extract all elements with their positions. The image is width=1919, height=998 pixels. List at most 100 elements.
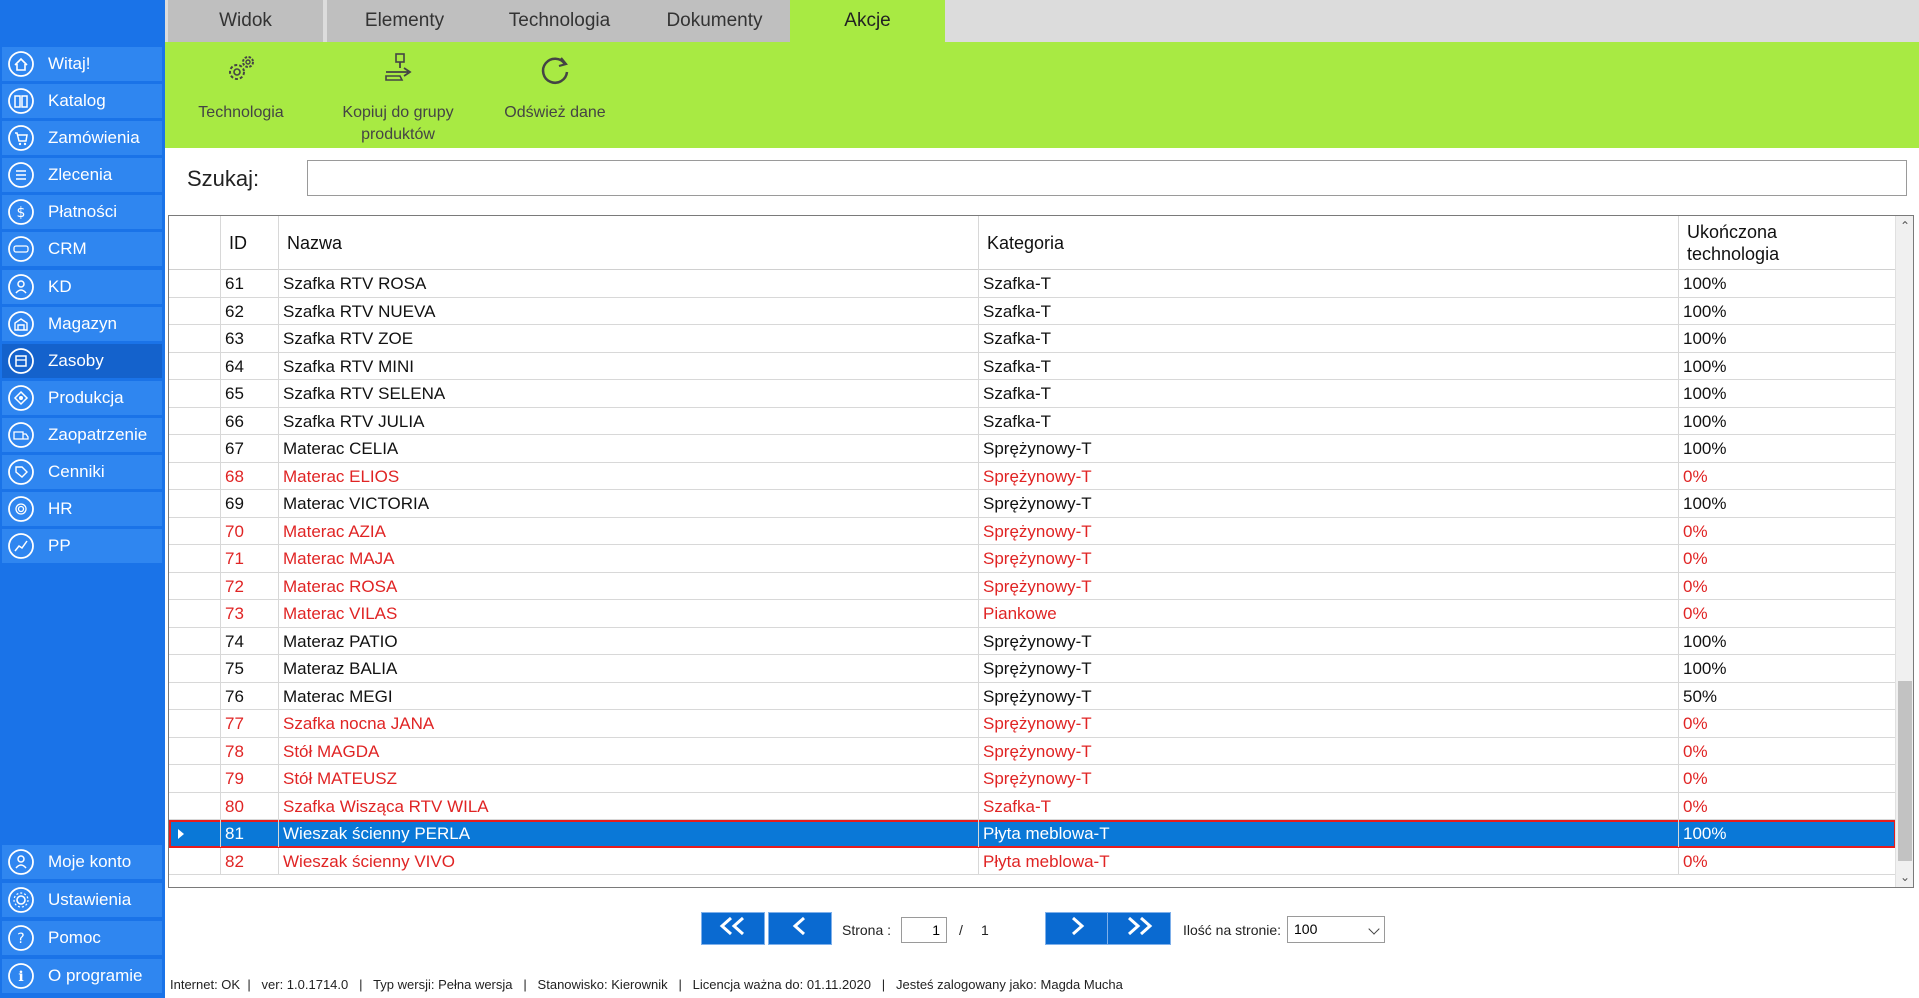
cell-name[interactable]: Szafka Wisząca RTV WILA [279,792,979,820]
header-category[interactable]: Kategoria [979,216,1679,270]
sidebar-item-moje-konto[interactable]: Moje konto [2,845,162,879]
sidebar-item-cenniki[interactable]: Cenniki [2,455,162,489]
cell-category[interactable]: Szafka-T [979,792,1679,820]
cell-id[interactable]: 66 [221,407,279,435]
cell-id[interactable]: 69 [221,490,279,517]
row-indicator[interactable] [169,627,221,655]
cell-category[interactable]: Sprężynowy-T [979,572,1679,600]
cell-name[interactable]: Materac ELIOS [279,462,979,490]
row-indicator[interactable] [169,820,221,847]
table-row[interactable]: 64 Szafka RTV MINI Szafka-T 100% [169,352,1896,380]
vertical-scrollbar[interactable]: ⌃ ⌄ [1895,216,1913,887]
cell-name[interactable]: Szafka nocna JANA [279,710,979,737]
cell-category[interactable]: Sprężynowy-T [979,462,1679,490]
cell-completed[interactable]: 100% [1679,655,1896,682]
sidebar-item-zasoby[interactable]: Zasoby [2,344,162,378]
cell-id[interactable]: 80 [221,792,279,820]
tab-elementy[interactable]: Elementy [327,0,482,42]
cell-name[interactable]: Wieszak ścienny VIVO [279,847,979,875]
cell-completed[interactable]: 0% [1679,793,1896,820]
sidebar-item-o-programie[interactable]: i O programie [2,959,162,993]
sidebar-item-witaj[interactable]: Witaj! [2,47,162,81]
cell-category[interactable]: Szafka-T [979,407,1679,435]
cell-completed[interactable]: 100% [1679,628,1896,655]
cell-name[interactable]: Materac MEGI [279,682,979,710]
cell-name[interactable]: Materac VICTORIA [279,490,979,517]
row-indicator[interactable] [169,765,221,792]
table-row[interactable]: 69 Materac VICTORIA Sprężynowy-T 100% [169,490,1896,518]
cell-category[interactable]: Szafka-T [979,325,1679,352]
cell-completed[interactable]: 0% [1679,765,1896,792]
scroll-down-icon[interactable]: ⌄ [1899,871,1911,883]
header-name[interactable]: Nazwa [279,216,979,270]
cell-category[interactable]: Sprężynowy-T [979,517,1679,545]
cell-completed[interactable]: 100% [1679,490,1896,517]
table-row[interactable]: 65 Szafka RTV SELENA Szafka-T 100% [169,380,1896,408]
cell-id[interactable]: 65 [221,380,279,407]
sidebar-item-hr[interactable]: HR [2,492,162,526]
page-number-input[interactable] [901,917,947,943]
cell-category[interactable]: Płyta meblowa-T [979,847,1679,875]
cell-name[interactable]: Stół MATEUSZ [279,765,979,792]
table-row[interactable]: 63 Szafka RTV ZOE Szafka-T 100% [169,325,1896,353]
cell-id[interactable]: 67 [221,435,279,462]
table-row[interactable]: 79 Stół MATEUSZ Sprężynowy-T 0% [169,765,1896,793]
cell-id[interactable]: 63 [221,325,279,352]
table-row[interactable]: 66 Szafka RTV JULIA Szafka-T 100% [169,407,1896,435]
cell-category[interactable]: Szafka-T [979,380,1679,407]
cell-completed[interactable]: 50% [1679,683,1896,710]
tab-widok[interactable]: Widok [168,0,323,42]
row-indicator[interactable] [169,792,221,820]
next-page-button[interactable] [1045,912,1109,945]
cell-id[interactable]: 61 [221,270,279,297]
tab-technologia[interactable]: Technologia [482,0,637,42]
cell-id[interactable]: 71 [221,545,279,572]
cell-id[interactable]: 79 [221,765,279,792]
cell-id[interactable]: 68 [221,462,279,490]
table-row[interactable]: 81 Wieszak ścienny PERLA Płyta meblowa-T 10… [169,820,1896,848]
cell-name[interactable]: Materaz PATIO [279,627,979,655]
sidebar-item-magazyn[interactable]: Magazyn [2,307,162,341]
cell-name[interactable]: Szafka RTV JULIA [279,407,979,435]
row-indicator[interactable] [169,270,221,297]
cell-category[interactable]: Sprężynowy-T [979,710,1679,737]
cell-completed[interactable]: 0% [1679,848,1896,875]
cell-completed[interactable]: 0% [1679,518,1896,545]
table-row[interactable]: 68 Materac ELIOS Sprężynowy-T 0% [169,462,1896,490]
table-row[interactable]: 80 Szafka Wisząca RTV WILA Szafka-T 0% [169,792,1896,820]
cell-completed[interactable]: 100% [1679,353,1896,380]
cell-category[interactable]: Sprężynowy-T [979,655,1679,682]
cell-category[interactable]: Sprężynowy-T [979,490,1679,517]
cell-id[interactable]: 78 [221,737,279,765]
sidebar-item-produkcja[interactable]: Produkcja [2,381,162,415]
sidebar-item-pp[interactable]: PP [2,529,162,563]
cell-id[interactable]: 70 [221,517,279,545]
cell-name[interactable]: Materac VILAS [279,600,979,627]
row-indicator[interactable] [169,407,221,435]
cell-name[interactable]: Materac CELIA [279,435,979,462]
cell-completed[interactable]: 0% [1679,545,1896,572]
sidebar-item-ustawienia[interactable]: Ustawienia [2,883,162,917]
table-row[interactable]: 72 Materac ROSA Sprężynowy-T 0% [169,572,1896,600]
row-indicator[interactable] [169,297,221,325]
cell-id[interactable]: 81 [221,820,279,847]
cell-category[interactable]: Sprężynowy-T [979,435,1679,462]
row-indicator[interactable] [169,435,221,462]
cell-completed[interactable]: 0% [1679,573,1896,600]
cell-id[interactable]: 82 [221,847,279,875]
tab-dokumenty[interactable]: Dokumenty [637,0,792,42]
technologia-button[interactable]: Technologia [166,46,316,146]
prev-page-button[interactable] [768,912,832,945]
cell-category[interactable]: Szafka-T [979,352,1679,380]
cell-category[interactable]: Sprężynowy-T [979,545,1679,572]
cell-name[interactable]: Szafka RTV NUEVA [279,297,979,325]
row-indicator[interactable] [169,655,221,682]
sidebar-item-platnosci[interactable]: $ Płatności [2,195,162,229]
row-indicator[interactable] [169,572,221,600]
cell-name[interactable]: Wieszak ścienny PERLA [279,820,979,847]
per-page-select[interactable]: 100 [1287,916,1385,943]
sidebar-item-zamowienia[interactable]: Zamówienia [2,121,162,155]
cell-category[interactable]: Sprężynowy-T [979,737,1679,765]
cell-name[interactable]: Materaz BALIA [279,655,979,682]
row-indicator[interactable] [169,325,221,352]
